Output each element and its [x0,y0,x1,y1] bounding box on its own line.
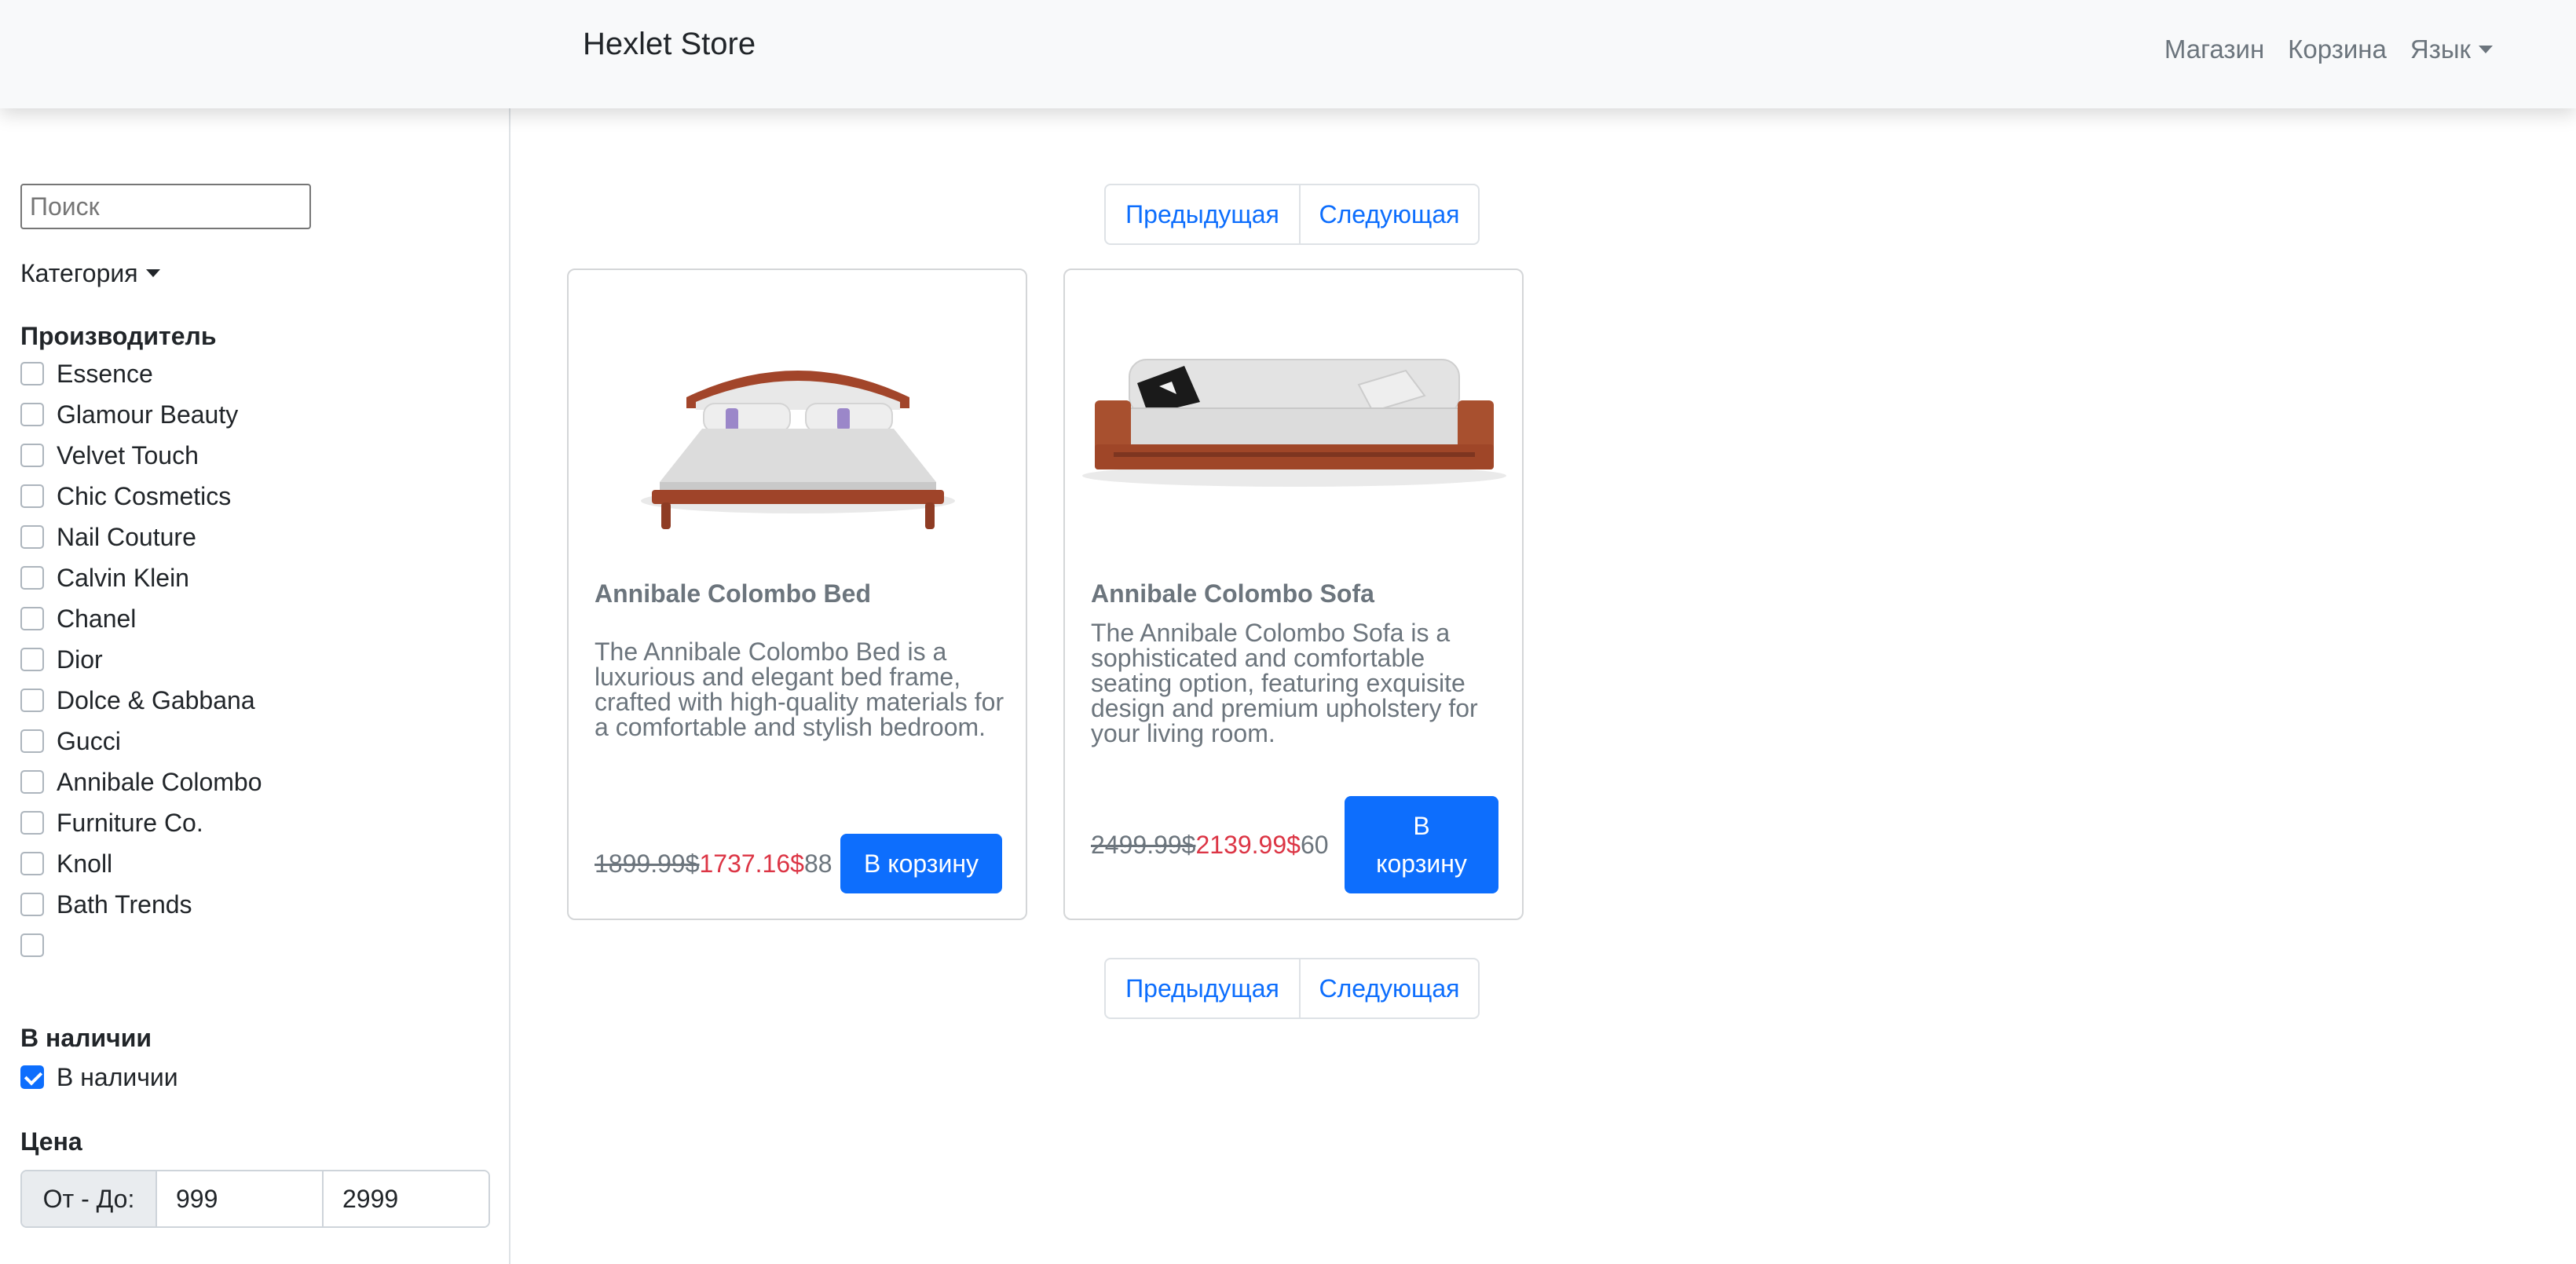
product-description: The Annibale Colombo Bed is a luxurious … [595,637,1004,741]
manufacturer-label: Glamour Beauty [57,400,239,429]
manufacturer-checkbox[interactable] [20,648,44,671]
manufacturer-label: Velvet Touch [57,440,199,469]
manufacturer-label: Chic Cosmetics [57,481,232,510]
manufacturer-checkbox[interactable] [20,811,44,835]
language-dropdown[interactable]: Язык [2410,35,2493,64]
manufacturer-label: Annibale Colombo [57,767,262,796]
language-label: Язык [2410,35,2471,64]
nav-link-shop[interactable]: Магазин [2164,35,2264,64]
manufacturer-checkbox[interactable] [20,689,44,712]
manufacturer-checkbox-row[interactable]: Calvin Klein [20,562,189,594]
caret-down-icon [2479,46,2493,53]
manufacturer-checkbox[interactable] [20,362,44,385]
manufacturer-label: Dior [57,645,103,674]
availability-heading: В наличии [20,1024,152,1052]
manufacturer-checkbox-row[interactable] [20,930,57,961]
manufacturer-label: Knoll [57,849,113,878]
product-footer: 2499.99$ 2139.99$ 60 В корзину [1091,796,1498,893]
manufacturer-checkbox[interactable] [20,933,44,957]
manufacturer-checkbox[interactable] [20,444,44,467]
add-to-cart-button[interactable]: В корзину [840,834,1002,893]
manufacturer-label: Chanel [57,604,137,633]
manufacturer-checkbox[interactable] [20,607,44,630]
manufacturer-label: Essence [57,359,153,388]
prev-page-button[interactable]: Предыдущая [1106,185,1301,243]
next-page-button[interactable]: Следующая [1301,959,1478,1017]
product-card: Annibale Colombo Bed The Annibale Colomb… [567,269,1027,920]
price-range-prefix: От - До: [22,1171,157,1226]
pagination-bottom: Предыдущая Следующая [1104,958,1480,1019]
price-heading: Цена [20,1127,82,1156]
category-label: Категория [20,259,138,287]
manufacturer-checkbox-row[interactable]: Velvet Touch [20,440,199,471]
product-title[interactable]: Annibale Colombo Bed [595,579,871,608]
manufacturer-checkbox-row[interactable]: Gucci [20,725,121,757]
manufacturer-checkbox[interactable] [20,566,44,590]
manufacturer-checkbox-row[interactable]: Nail Couture [20,521,196,553]
bed-image [641,371,955,529]
manufacturer-checkbox-row[interactable]: Annibale Colombo [20,766,262,798]
manufacturer-label: Dolce & Gabbana [57,685,255,714]
manufacturer-checkbox-row[interactable]: Chic Cosmetics [20,480,231,512]
category-dropdown[interactable]: Категория [20,259,160,288]
manufacturer-heading: Производитель [20,322,217,350]
product-footer: 1899.99$ 1737.16$ 88 В корзину [595,834,1002,893]
sale-price: 2139.99$ [1195,830,1301,859]
sale-price: 1737.16$ [699,849,804,878]
sofa-image [1082,359,1506,487]
manufacturer-checkbox[interactable] [20,893,44,916]
availability-label: В наличии [57,1062,178,1091]
availability-checkbox-row[interactable]: В наличии [20,1061,178,1093]
filter-sidebar: Категория Производитель Essence Glamour B… [0,108,510,1264]
nav-links: Магазин Корзина Язык [2164,35,2493,64]
manufacturer-checkbox[interactable] [20,403,44,426]
manufacturer-label: Nail Couture [57,522,196,551]
price-range-group: От - До: 999 2999 [20,1170,490,1228]
search-input[interactable] [20,184,311,229]
product-prices: 2499.99$ 2139.99$ 60 [1091,831,1329,860]
price-min-input[interactable]: 999 [157,1171,322,1226]
manufacturer-checkbox-row[interactable]: Dior [20,644,103,675]
stock-count: 88 [803,849,832,878]
product-card: Annibale Colombo Sofa The Annibale Colom… [1063,269,1524,920]
brand-logo[interactable]: Hexlet Store [583,27,756,62]
old-price: 2499.99$ [1091,830,1196,859]
manufacturer-checkbox-row[interactable]: Glamour Beauty [20,399,238,430]
manufacturer-checkbox[interactable] [20,729,44,753]
manufacturer-checkbox-row[interactable]: Essence [20,358,153,389]
old-price: 1899.99$ [595,849,700,878]
manufacturer-label: Bath Trends [57,890,192,919]
prev-page-button[interactable]: Предыдущая [1106,959,1301,1017]
manufacturer-checkbox-row[interactable]: Bath Trends [20,889,192,920]
product-title[interactable]: Annibale Colombo Sofa [1091,579,1374,608]
manufacturer-checkbox-row[interactable]: Chanel [20,603,136,634]
stock-count: 60 [1300,830,1329,859]
manufacturer-checkbox-row[interactable]: Furniture Co. [20,807,203,838]
add-to-cart-button[interactable]: В корзину [1345,796,1498,893]
product-prices: 1899.99$ 1737.16$ 88 [595,849,832,879]
product-description: The Annibale Colombo Sofa is a sophistic… [1091,619,1478,747]
pagination-top: Предыдущая Следующая [1104,184,1480,245]
manufacturer-label: Calvin Klein [57,563,189,592]
availability-checkbox[interactable] [20,1065,44,1089]
manufacturer-checkbox[interactable] [20,852,44,875]
manufacturer-checkbox-row[interactable]: Knoll [20,848,112,879]
top-navbar: Hexlet Store Магазин Корзина Язык [0,0,2576,108]
manufacturer-checkbox[interactable] [20,484,44,508]
nav-link-cart[interactable]: Корзина [2288,35,2387,64]
manufacturer-label: Gucci [57,726,121,755]
next-page-button[interactable]: Следующая [1301,185,1478,243]
manufacturer-checkbox[interactable] [20,770,44,794]
manufacturer-checkbox[interactable] [20,525,44,549]
manufacturer-checkbox-row[interactable]: Dolce & Gabbana [20,685,255,716]
manufacturer-label: Furniture Co. [57,808,203,837]
price-max-input[interactable]: 2999 [322,1171,488,1226]
caret-down-icon [145,269,160,277]
